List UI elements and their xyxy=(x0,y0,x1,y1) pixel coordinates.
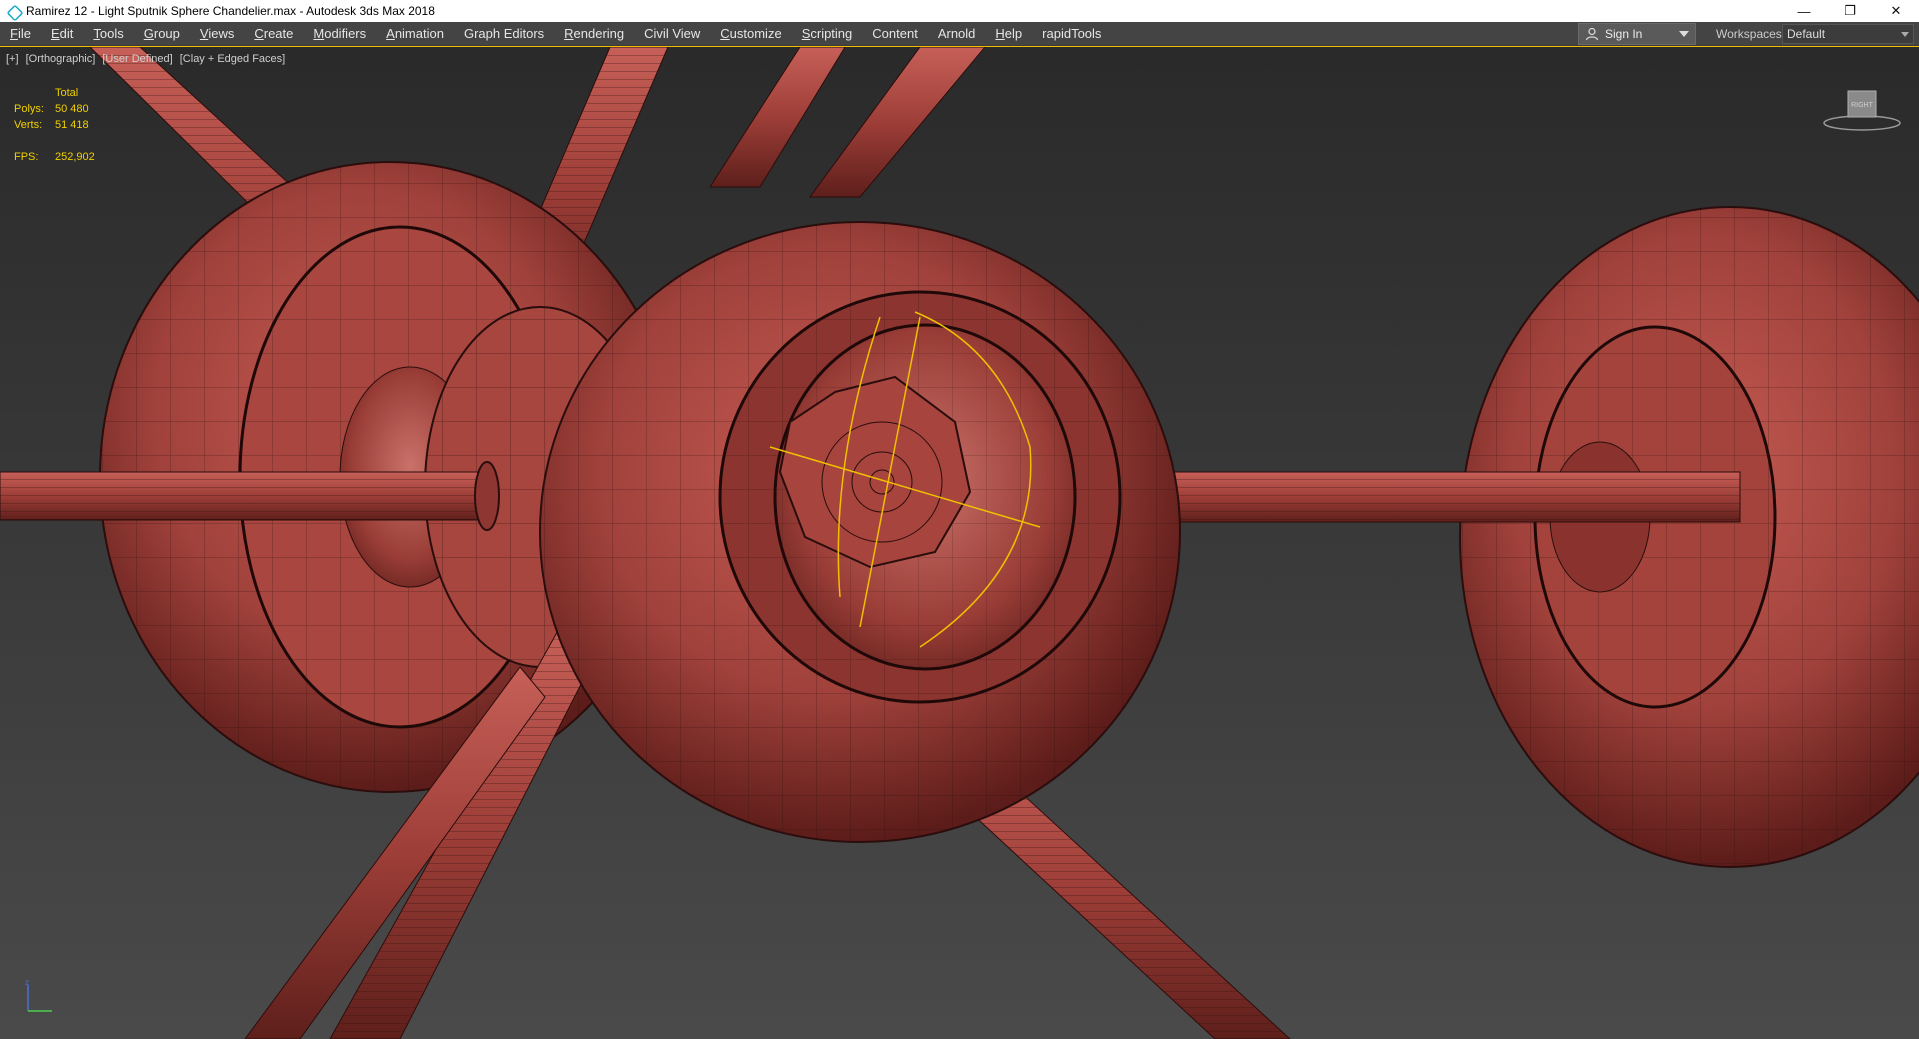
menu-views[interactable]: Views xyxy=(190,22,244,46)
viewport-statistics: Total Polys: 50 480 Verts: 51 418 FPS: 252,… xyxy=(14,85,95,165)
menu-group[interactable]: Group xyxy=(134,22,190,46)
rod-right xyxy=(1169,471,1741,523)
window-title: Ramirez 12 - Light Sputnik Sphere Chande… xyxy=(26,4,435,18)
workspaces-select[interactable]: Default xyxy=(1782,24,1914,44)
user-icon xyxy=(1585,27,1599,41)
viewport-shading-menu[interactable]: [Clay + Edged Faces] xyxy=(180,53,285,65)
menu-file[interactable]: File xyxy=(0,22,41,46)
restore-button[interactable]: ❐ xyxy=(1827,0,1873,22)
menu-animation[interactable]: Animation xyxy=(376,22,454,46)
menu-help[interactable]: Help xyxy=(985,22,1032,46)
center-sphere xyxy=(539,221,1181,843)
menu-content[interactable]: Content xyxy=(862,22,928,46)
stats-polys-label: Polys: xyxy=(14,103,44,115)
menu-rapidtools[interactable]: rapidTools xyxy=(1032,22,1111,46)
svg-text:z: z xyxy=(25,978,29,987)
menu-modifiers[interactable]: Modifiers xyxy=(303,22,376,46)
stats-fps-label: FPS: xyxy=(14,151,39,163)
viewcube-face-label: RIGHT xyxy=(1851,102,1874,109)
stats-fps-value: 252,902 xyxy=(55,151,95,163)
chevron-down-icon xyxy=(1901,32,1909,37)
stats-total-label: Total xyxy=(55,87,79,99)
viewport-view-menu[interactable]: [Orthographic] xyxy=(26,53,96,65)
menu-scripting[interactable]: Scripting xyxy=(792,22,863,46)
menu-bar: File Edit Tools Group Views Create Modif… xyxy=(0,22,1919,46)
stats-verts-label: Verts: xyxy=(14,119,43,131)
close-button[interactable]: ✕ xyxy=(1873,0,1919,22)
menu-create[interactable]: Create xyxy=(244,22,303,46)
viewport-pov-menu[interactable]: [User Defined] xyxy=(102,53,172,65)
chandelier-model[interactable] xyxy=(0,47,1919,1039)
3dsmax-logo-icon xyxy=(6,4,20,18)
rod-left xyxy=(0,461,500,531)
sign-in-dropdown[interactable]: Sign In xyxy=(1578,23,1696,45)
menu-customize[interactable]: Customize xyxy=(710,22,791,46)
workspace-value: Default xyxy=(1787,27,1826,41)
menu-tools[interactable]: Tools xyxy=(83,22,133,46)
axis-tripod-icon: z xyxy=(25,978,52,1012)
workspaces-label: Workspaces: xyxy=(1716,27,1786,41)
viewport-label-menu[interactable]: [+] [Orthographic] [User Defined] [Clay … xyxy=(6,53,289,65)
menu-graph-editors[interactable]: Graph Editors xyxy=(454,22,554,46)
sign-in-label: Sign In xyxy=(1605,27,1643,41)
menu-civil-view[interactable]: Civil View xyxy=(634,22,710,46)
menu-edit[interactable]: Edit xyxy=(41,22,83,46)
viewport-plus-menu[interactable]: [+] xyxy=(6,53,19,65)
stats-polys-value: 50 480 xyxy=(55,103,89,115)
minimize-button[interactable]: — xyxy=(1781,0,1827,22)
chevron-down-icon xyxy=(1679,31,1689,37)
menu-arnold[interactable]: Arnold xyxy=(928,22,986,46)
menu-rendering[interactable]: Rendering xyxy=(554,22,634,46)
stats-verts-value: 51 418 xyxy=(55,119,89,131)
right-sphere xyxy=(1459,206,1919,868)
title-bar: Ramirez 12 - Light Sputnik Sphere Chande… xyxy=(0,0,1919,22)
perspective-viewport[interactable]: [+] [Orthographic] [User Defined] [Clay … xyxy=(0,47,1919,1039)
window-controls: — ❐ ✕ xyxy=(1781,0,1919,22)
viewcube-icon[interactable]: RIGHT xyxy=(1822,85,1902,135)
